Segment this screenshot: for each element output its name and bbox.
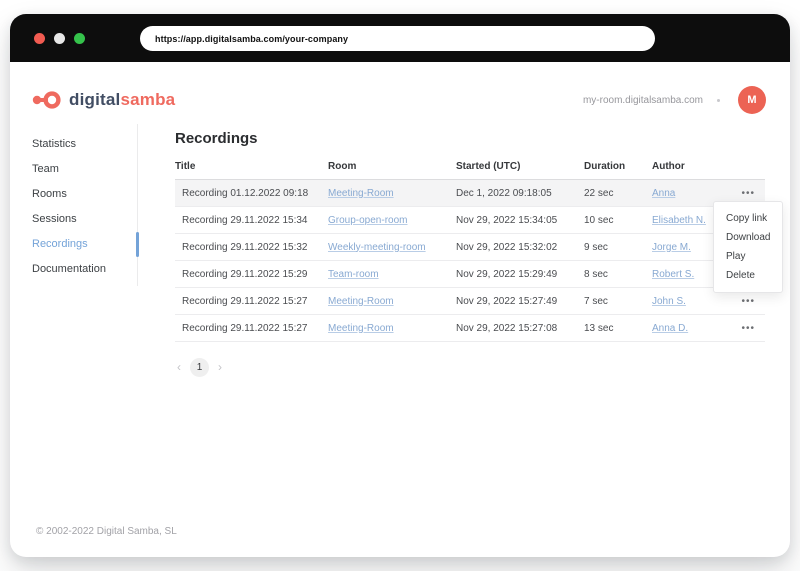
column-header-duration: Duration: [584, 161, 652, 180]
table-row: Recording 29.11.2022 15:27 Meeting-Room …: [175, 287, 765, 315]
recordings-table: Title Room Started (UTC) Duration Author…: [175, 161, 765, 342]
column-header-author: Author: [652, 161, 728, 180]
table-row: Recording 29.11.2022 15:27 Meeting-Room …: [175, 314, 765, 342]
duration-cell: 10 sec: [584, 206, 652, 234]
room-domain-text: my-room.digitalsamba.com: [582, 94, 703, 106]
actions-cell: •••: [728, 314, 765, 342]
recording-title-cell: Recording 29.11.2022 15:32: [175, 233, 328, 261]
page-title: Recordings: [175, 130, 258, 147]
context-menu-item-copy-link[interactable]: Copy link: [714, 209, 782, 228]
app-header: digitalsamba my-room.digitalsamba.com M: [10, 76, 790, 124]
table-row: Recording 29.11.2022 15:29 Team-room Nov…: [175, 260, 765, 288]
room-link[interactable]: Meeting-Room: [328, 323, 394, 334]
started-cell: Nov 29, 2022 15:32:02: [456, 233, 584, 261]
sidebar-item-rooms[interactable]: Rooms: [10, 182, 137, 207]
table-row: Recording 01.12.2022 09:18 Meeting-Room …: [175, 179, 765, 207]
author-cell: Anna D.: [652, 314, 728, 342]
row-actions-menu-icon[interactable]: •••: [741, 323, 755, 334]
recording-title-cell: Recording 29.11.2022 15:29: [175, 260, 328, 288]
sidebar-item-statistics[interactable]: Statistics: [10, 132, 137, 157]
recording-title-cell: Recording 29.11.2022 15:34: [175, 206, 328, 234]
digitalsamba-logo[interactable]: digitalsamba: [32, 89, 175, 111]
pagination: ‹ 1 ›: [175, 358, 765, 377]
digitalsamba-logo-icon: [32, 91, 61, 109]
duration-cell: 8 sec: [584, 260, 652, 288]
context-menu-item-play[interactable]: Play: [714, 247, 782, 266]
column-header-title: Title: [175, 161, 328, 180]
address-bar[interactable]: https://app.digitalsamba.com/your-compan…: [140, 26, 655, 51]
duration-cell: 9 sec: [584, 233, 652, 261]
pagination-page-1[interactable]: 1: [190, 358, 209, 377]
main-content: Recordings Title Room Started (UTC) Dura…: [138, 124, 790, 377]
app-body: Statistics Team Rooms Sessions Recordings Doc…: [10, 124, 790, 377]
author-link[interactable]: Anna D.: [652, 323, 688, 334]
duration-cell: 22 sec: [584, 179, 652, 207]
room-cell: Team-room: [328, 260, 456, 288]
table-row: Recording 29.11.2022 15:32 Weekly-meetin…: [175, 233, 765, 261]
context-menu-item-download[interactable]: Download: [714, 228, 782, 247]
duration-cell: 7 sec: [584, 287, 652, 315]
started-cell: Nov 29, 2022 15:34:05: [456, 206, 584, 234]
author-link[interactable]: Elisabeth N.: [652, 215, 706, 226]
column-header-started: Started (UTC): [456, 161, 584, 180]
column-header-actions: [728, 161, 765, 180]
row-actions-menu-icon[interactable]: •••: [741, 188, 755, 199]
sidebar-item-sessions[interactable]: Sessions: [10, 207, 137, 232]
room-cell: Meeting-Room: [328, 287, 456, 315]
separator-dot-icon: [717, 98, 720, 102]
browser-window: https://app.digitalsamba.com/your-compan…: [10, 14, 790, 557]
started-cell: Nov 29, 2022 15:27:49: [456, 287, 584, 315]
sidebar-item-documentation[interactable]: Documentation: [10, 257, 137, 282]
digitalsamba-logo-text: digitalsamba: [69, 90, 176, 109]
sidebar-item-recordings[interactable]: Recordings: [10, 232, 137, 257]
room-link[interactable]: Meeting-Room: [328, 188, 394, 199]
sidebar-item-team[interactable]: Team: [10, 157, 137, 182]
room-link[interactable]: Team-room: [328, 269, 379, 280]
recording-title-cell: Recording 01.12.2022 09:18: [175, 179, 328, 207]
table-header-row: Title Room Started (UTC) Duration Author: [175, 161, 765, 180]
author-link[interactable]: Robert S.: [652, 269, 694, 280]
duration-cell: 13 sec: [584, 314, 652, 342]
author-link[interactable]: Anna: [652, 188, 675, 199]
recording-title-cell: Recording 29.11.2022 15:27: [175, 287, 328, 315]
close-window-icon[interactable]: [34, 33, 45, 44]
room-cell: Weekly-meeting-room: [328, 233, 456, 261]
pagination-next-icon[interactable]: ›: [218, 358, 222, 377]
copyright-footer: © 2002-2022 Digital Samba, SL: [36, 526, 177, 537]
room-cell: Group-open-room: [328, 206, 456, 234]
room-link[interactable]: Group-open-room: [328, 215, 407, 226]
row-actions-context-menu: Copy link Download Play Delete: [713, 201, 784, 293]
address-bar-url: https://app.digitalsamba.com/your-compan…: [155, 33, 349, 44]
pagination-prev-icon[interactable]: ‹: [177, 358, 181, 377]
author-link[interactable]: John S.: [652, 296, 686, 307]
header-right: my-room.digitalsamba.com M: [583, 86, 766, 114]
minimize-window-icon[interactable]: [54, 33, 65, 44]
started-cell: Nov 29, 2022 15:29:49: [456, 260, 584, 288]
window-controls: [34, 33, 85, 44]
room-cell: Meeting-Room: [328, 179, 456, 207]
table-row: Recording 29.11.2022 15:34 Group-open-ro…: [175, 206, 765, 234]
sidebar-nav: Statistics Team Rooms Sessions Recordings Doc…: [10, 124, 139, 286]
room-link[interactable]: Weekly-meeting-room: [328, 242, 426, 253]
browser-chrome: https://app.digitalsamba.com/your-compan…: [10, 14, 790, 62]
user-avatar[interactable]: M: [738, 86, 766, 114]
started-cell: Dec 1, 2022 09:18:05: [456, 179, 584, 207]
room-cell: Meeting-Room: [328, 314, 456, 342]
maximize-window-icon[interactable]: [74, 33, 85, 44]
context-menu-item-delete[interactable]: Delete: [714, 266, 782, 285]
room-link[interactable]: Meeting-Room: [328, 296, 394, 307]
desktop-background: https://app.digitalsamba.com/your-compan…: [0, 0, 800, 571]
started-cell: Nov 29, 2022 15:27:08: [456, 314, 584, 342]
author-link[interactable]: Jorge M.: [652, 242, 691, 253]
column-header-room: Room: [328, 161, 456, 180]
row-actions-menu-icon[interactable]: •••: [741, 296, 755, 307]
recording-title-cell: Recording 29.11.2022 15:27: [175, 314, 328, 342]
